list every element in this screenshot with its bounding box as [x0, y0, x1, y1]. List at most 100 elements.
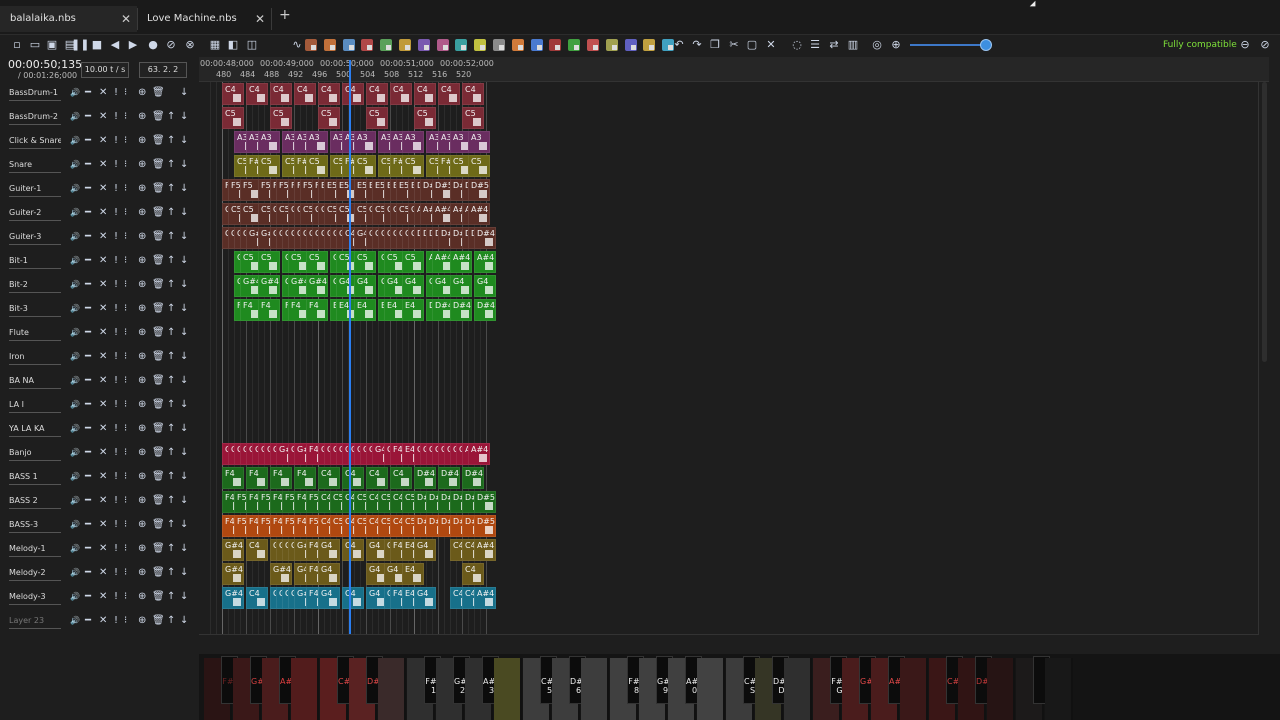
close-tab-icon[interactable]: ✕ — [121, 6, 131, 32]
layer-name-field[interactable]: Melody-1 — [9, 542, 61, 557]
note-block[interactable]: A#4 — [474, 251, 496, 273]
add-icon[interactable]: ⊕ — [138, 159, 146, 171]
delete-layer-icon[interactable]: 🗑 — [152, 279, 165, 291]
move-down-icon[interactable]: ↓ — [180, 159, 188, 171]
move-down-icon[interactable]: ↓ — [180, 327, 188, 339]
move-down-icon[interactable]: ↓ — [180, 183, 188, 195]
layer-name-field[interactable]: Snare — [9, 158, 61, 173]
note-block[interactable]: A3 — [306, 131, 328, 153]
speaker-icon[interactable]: 🔊 — [70, 183, 80, 195]
note-block[interactable]: D#5 — [474, 491, 496, 513]
add-icon[interactable]: ⊕ — [138, 519, 146, 531]
add-icon[interactable]: ⊕ — [138, 279, 146, 291]
move-down-icon[interactable]: ↓ — [180, 135, 188, 147]
delete-layer-icon[interactable]: 🗑 — [152, 327, 165, 339]
select-layer-icon[interactable]: ⁝ — [124, 255, 127, 267]
piano-white-key[interactable] — [494, 658, 522, 720]
mute-icon[interactable]: ✕ — [99, 447, 107, 459]
select-layer-icon[interactable]: ⁝ — [124, 591, 127, 603]
note-block[interactable]: G#4 — [306, 275, 328, 297]
speaker-icon[interactable]: 🔊 — [70, 207, 80, 219]
note-block[interactable]: A#4 — [474, 539, 496, 561]
note-block[interactable]: A3 — [468, 131, 490, 153]
note-block[interactable]: D#4 — [474, 227, 496, 249]
select-all-icon[interactable]: ☰ — [808, 38, 822, 52]
move-up-icon[interactable]: ↑ — [167, 615, 175, 627]
cut-icon[interactable]: ✂ — [727, 38, 741, 52]
copy-icon[interactable]: ❐ — [708, 38, 722, 52]
layer-name-field[interactable]: Bit-3 — [9, 302, 61, 317]
instrument-block-icon[interactable] — [530, 39, 543, 51]
layer-name-field[interactable]: Banjo — [9, 446, 61, 461]
delete-layer-icon[interactable]: 🗑 — [152, 375, 165, 387]
note-block[interactable]: C5 — [306, 251, 328, 273]
solo-icon[interactable]: ! — [114, 279, 118, 291]
delete-layer-icon[interactable]: 🗑 — [152, 519, 165, 531]
note-block[interactable]: C5 — [318, 107, 340, 129]
instrument-block-icon[interactable] — [474, 39, 487, 51]
note-block[interactable]: C5 — [354, 251, 376, 273]
move-up-icon[interactable]: ↑ — [167, 351, 175, 363]
select-layer-icon[interactable]: ⁝ — [124, 231, 127, 243]
mute-icon[interactable]: ✕ — [99, 591, 107, 603]
timeline-ruler[interactable]: 00:00:48;000 00:00:49;000 00:00:50;000 00:0… — [199, 57, 1269, 82]
volume-bar-icon[interactable]: ━ — [85, 591, 91, 603]
move-up-icon[interactable]: ↑ — [167, 567, 175, 579]
forward-icon[interactable]: ▶ — [126, 38, 140, 52]
mute-icon[interactable]: ✕ — [99, 111, 107, 123]
tab-balalaika[interactable]: balalaika.nbs ✕ — [0, 6, 137, 32]
add-icon[interactable]: ⊕ — [138, 87, 146, 99]
move-down-icon[interactable]: ↓ — [180, 519, 188, 531]
add-icon[interactable]: ⊕ — [138, 111, 146, 123]
mute-icon[interactable]: ✕ — [99, 231, 107, 243]
layer-name-field[interactable]: BA NA — [9, 374, 61, 389]
move-up-icon[interactable]: ↑ — [167, 591, 175, 603]
solo-icon[interactable]: ! — [114, 399, 118, 411]
note-block[interactable]: C5 — [222, 107, 244, 129]
solo-icon[interactable]: ! — [114, 87, 118, 99]
rewind-icon[interactable]: ◀ — [108, 38, 122, 52]
add-icon[interactable]: ⊕ — [138, 255, 146, 267]
note-block[interactable]: C4 — [270, 83, 292, 105]
add-icon[interactable]: ⊕ — [138, 303, 146, 315]
select-layer-icon[interactable]: ⁝ — [124, 615, 127, 627]
close-tab-icon[interactable]: ✕ — [255, 6, 265, 32]
instrument-block-icon[interactable] — [342, 39, 355, 51]
note-block[interactable]: C4 — [342, 467, 364, 489]
transpose-icon[interactable]: ▥ — [846, 38, 860, 52]
speaker-icon[interactable]: 🔊 — [70, 327, 80, 339]
move-down-icon[interactable]: ↓ — [180, 87, 188, 99]
piano-white-key[interactable] — [581, 658, 609, 720]
paste-icon[interactable]: ▢ — [745, 38, 759, 52]
select-layer-icon[interactable]: ⁝ — [124, 471, 127, 483]
select-layer-icon[interactable]: ⁝ — [124, 351, 127, 363]
note-block[interactable]: A3 — [402, 131, 424, 153]
layer-name-field[interactable]: Click & Snare — [9, 134, 61, 149]
note-block[interactable]: C4 — [318, 467, 340, 489]
move-up-icon[interactable]: ↑ — [167, 159, 175, 171]
volume-bar-icon[interactable]: ━ — [85, 495, 91, 507]
instrument-block-icon[interactable] — [305, 39, 317, 51]
note-block[interactable]: D#4 — [438, 467, 460, 489]
delete-layer-icon[interactable]: 🗑 — [152, 135, 165, 147]
move-down-icon[interactable]: ↓ — [180, 279, 188, 291]
volume-bar-icon[interactable]: ━ — [85, 399, 91, 411]
volume-bar-icon[interactable]: ━ — [85, 543, 91, 555]
layer-name-field[interactable]: BassDrum-2 — [9, 110, 61, 125]
vertical-scrollbar[interactable] — [1262, 82, 1267, 362]
solo-icon[interactable]: ! — [114, 519, 118, 531]
layer-name-field[interactable]: BassDrum-1 — [9, 86, 61, 101]
note-block[interactable]: E4 — [402, 563, 424, 585]
speaker-icon[interactable]: 🔊 — [70, 567, 80, 579]
note-block[interactable]: C5 — [366, 107, 388, 129]
instrument-block-icon[interactable] — [568, 39, 581, 51]
solo-icon[interactable]: ! — [114, 543, 118, 555]
layer-name-field[interactable]: Bit-1 — [9, 254, 61, 269]
select-layer-icon[interactable]: ⁝ — [124, 279, 127, 291]
open-folder-icon[interactable]: ▭ — [28, 38, 42, 52]
select-layer-icon[interactable]: ⁝ — [124, 399, 127, 411]
delete-layer-icon[interactable]: 🗑 — [152, 495, 165, 507]
speaker-icon[interactable]: 🔊 — [70, 615, 80, 627]
note-block[interactable]: C4 — [462, 83, 484, 105]
note-block[interactable]: C5 — [402, 155, 424, 177]
